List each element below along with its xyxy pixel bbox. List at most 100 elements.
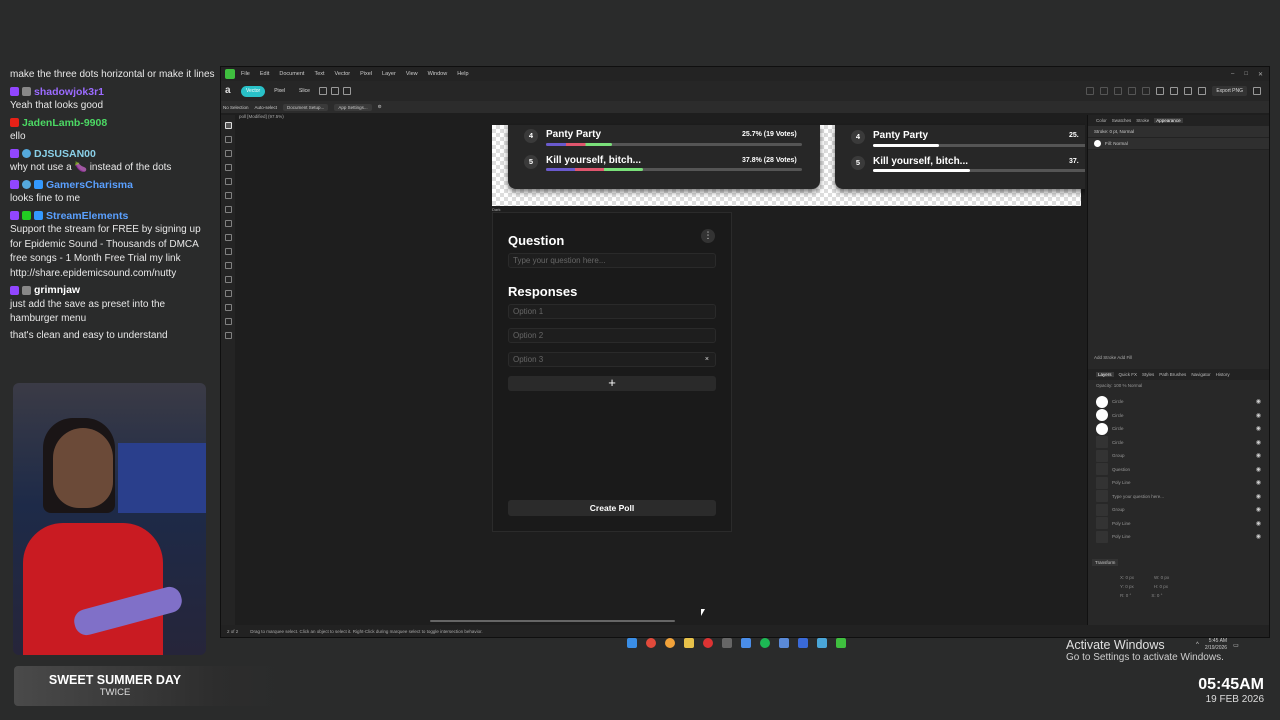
kebab-menu-icon[interactable]: ⋮ — [701, 229, 715, 243]
move-tool-icon[interactable] — [224, 122, 232, 129]
canvas[interactable]: 4 Panty Party 25.7% (19 Votes) 5 Kill yo… — [235, 123, 1085, 623]
place-tool-icon[interactable] — [224, 276, 232, 283]
boolean-icon[interactable] — [330, 87, 339, 95]
more-icon[interactable] — [318, 87, 327, 95]
remove-option-icon[interactable]: × — [705, 353, 709, 366]
menu-document[interactable]: Document — [279, 71, 304, 77]
app-settings-button[interactable]: App Settings... — [334, 103, 372, 111]
layer-row[interactable]: Poly Line ◉ — [1088, 517, 1269, 531]
create-poll-button[interactable]: Create Poll — [508, 500, 716, 516]
layer-row[interactable]: Group ◉ — [1088, 503, 1269, 517]
persona-pixel-button[interactable]: Pixel — [269, 86, 290, 97]
auto-select-toggle[interactable]: Auto-select — [255, 105, 278, 110]
menu-window[interactable]: Window — [428, 71, 448, 77]
menu-layer[interactable]: Layer — [382, 71, 396, 77]
stroke-row[interactable]: Stroke: 0 pt, Normal — [1088, 126, 1269, 138]
layer-row[interactable]: Question ◉ — [1088, 463, 1269, 477]
question-input[interactable]: Type your question here... — [508, 253, 716, 268]
eye-icon[interactable]: ◉ — [1256, 425, 1261, 432]
menu-text[interactable]: Text — [314, 71, 324, 77]
light-artboard[interactable]: 4 Panty Party 25.7% (19 Votes) 5 Kill yo… — [492, 125, 1085, 206]
group-icon[interactable] — [1170, 87, 1179, 95]
chat-username[interactable]: StreamElements — [46, 209, 128, 224]
hand-tool-icon[interactable] — [224, 318, 232, 325]
app-icon[interactable] — [817, 638, 827, 648]
crop-tool-icon[interactable] — [224, 262, 232, 269]
persona-vector-button[interactable]: Vector — [241, 85, 266, 97]
tab-swatches[interactable]: Swatches — [1112, 118, 1132, 123]
insert-icon[interactable] — [1156, 87, 1165, 95]
tab-path-brushes[interactable]: Path Brushes — [1159, 372, 1186, 377]
tab-appearance[interactable]: Appearance — [1154, 118, 1183, 123]
align-icon[interactable] — [1086, 87, 1095, 95]
option-3-input[interactable]: Option 3 × — [508, 352, 716, 367]
tab-styles[interactable]: Styles — [1142, 372, 1154, 377]
settings-icon[interactable] — [1253, 87, 1261, 95]
add-option-button[interactable]: + — [508, 376, 716, 391]
transparency-tool-icon[interactable] — [224, 220, 232, 227]
document-tab[interactable]: poll [Modified] (97.5%) — [239, 114, 284, 119]
layer-row[interactable]: Type your question here... ◉ — [1088, 490, 1269, 504]
menu-view[interactable]: View — [406, 71, 418, 77]
layer-row[interactable]: Circle ◉ — [1088, 395, 1269, 409]
distribute-icon[interactable] — [1100, 87, 1109, 95]
chat-username[interactable]: grimnjaw — [34, 283, 80, 298]
app-icon[interactable] — [779, 638, 789, 648]
pencil-tool-icon[interactable] — [224, 178, 232, 185]
notification-icon[interactable]: ▭ — [1233, 642, 1239, 649]
eye-icon[interactable]: ◉ — [1256, 493, 1261, 500]
assistant-icon[interactable] — [1198, 87, 1207, 95]
tab-history[interactable]: History — [1216, 372, 1230, 377]
obs-icon[interactable] — [703, 638, 713, 648]
transform-h[interactable]: H: 0 px — [1154, 584, 1168, 589]
eye-icon[interactable]: ◉ — [1256, 466, 1261, 473]
menu-file[interactable]: File — [241, 71, 250, 77]
spotify-icon[interactable] — [760, 638, 770, 648]
layer-row[interactable]: Circle ◉ — [1088, 436, 1269, 450]
eye-icon[interactable]: ◉ — [1256, 452, 1261, 459]
flip-icon[interactable] — [1128, 87, 1137, 95]
app-icon[interactable] — [741, 638, 751, 648]
snapping-icon[interactable] — [342, 87, 351, 95]
layer-row[interactable]: Poly Line ◉ — [1088, 476, 1269, 490]
text-tool-icon[interactable] — [224, 248, 232, 255]
layer-row[interactable]: Poly Line ◉ — [1088, 530, 1269, 544]
eye-icon[interactable]: ◉ — [1256, 520, 1261, 527]
export-button[interactable]: Export PNG — [1212, 86, 1247, 96]
transform-y[interactable]: Y: 0 px — [1120, 584, 1134, 589]
fill-row[interactable]: Fill: Normal — [1088, 138, 1269, 150]
shape-tool-icon[interactable] — [224, 234, 232, 241]
eyedropper-tool-icon[interactable] — [224, 304, 232, 311]
transform-w[interactable]: W: 0 px — [1154, 575, 1169, 580]
brush-tool-icon[interactable] — [224, 192, 232, 199]
option-2-input[interactable]: Option 2 — [508, 328, 716, 343]
tray-clock[interactable]: 5:45 AM 2/19/2026 — [1205, 638, 1227, 652]
maximize-icon[interactable]: □ — [1244, 71, 1248, 78]
layer-row[interactable]: Circle ◉ — [1088, 409, 1269, 423]
eye-icon[interactable]: ◉ — [1256, 412, 1261, 419]
option-1-input[interactable]: Option 1 — [508, 304, 716, 319]
eye-icon[interactable]: ◉ — [1256, 506, 1261, 513]
tab-color[interactable]: Color — [1096, 118, 1107, 123]
node-tool-icon[interactable] — [224, 136, 232, 143]
horizontal-scrollbar[interactable] — [430, 620, 675, 622]
firefox-icon[interactable] — [665, 638, 675, 648]
mask-icon[interactable] — [1184, 87, 1193, 95]
add-stroke-fill-buttons[interactable]: Add Stroke Add Fill — [1088, 355, 1269, 360]
pen-tool-icon[interactable] — [224, 164, 232, 171]
folder-icon[interactable] — [684, 638, 694, 648]
tab-navigator[interactable]: Navigator — [1191, 372, 1210, 377]
app-icon[interactable] — [722, 638, 732, 648]
poll-creator-panel[interactable]: Question ⋮ Type your question here... Re… — [492, 212, 732, 532]
slice-tool-icon[interactable] — [224, 290, 232, 297]
transform-s[interactable]: S: 0 ° — [1151, 593, 1162, 598]
chrome-icon[interactable] — [646, 638, 656, 648]
rotate-icon[interactable] — [1142, 87, 1151, 95]
menu-edit[interactable]: Edit — [260, 71, 269, 77]
tab-quick-fx[interactable]: Quick FX — [1119, 372, 1138, 377]
layer-row[interactable]: Group ◉ — [1088, 449, 1269, 463]
eye-icon[interactable]: ◉ — [1256, 398, 1261, 405]
menu-help[interactable]: Help — [457, 71, 468, 77]
chat-username[interactable]: JadenLamb-9908 — [22, 116, 107, 131]
gear-icon[interactable]: ⚙ — [378, 104, 382, 110]
